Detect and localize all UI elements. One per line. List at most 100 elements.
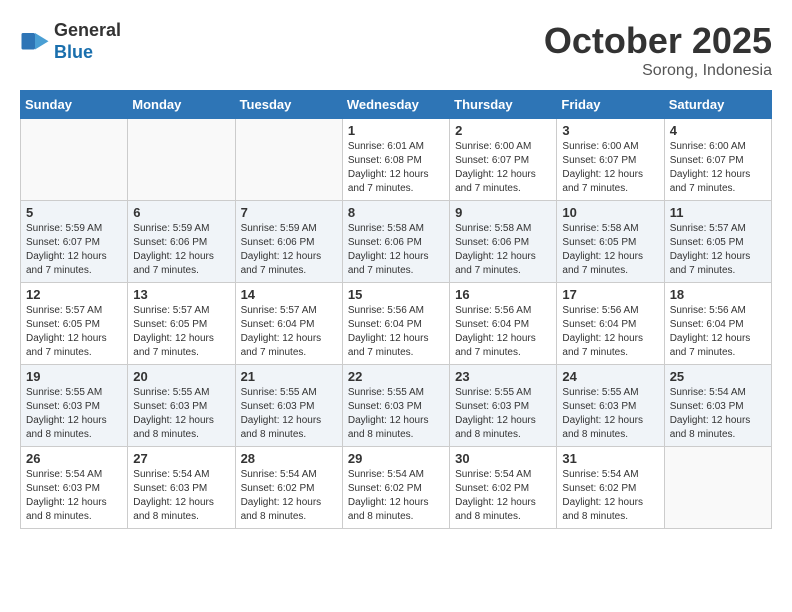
day-number: 2 bbox=[455, 123, 551, 138]
day-info: Sunrise: 6:00 AM Sunset: 6:07 PM Dayligh… bbox=[455, 140, 551, 196]
day-info: Sunrise: 5:55 AM Sunset: 6:03 PM Dayligh… bbox=[241, 386, 337, 442]
day-number: 23 bbox=[455, 369, 551, 384]
day-number: 19 bbox=[26, 369, 122, 384]
calendar-cell bbox=[128, 119, 235, 201]
calendar-cell: 22Sunrise: 5:55 AM Sunset: 6:03 PM Dayli… bbox=[342, 365, 449, 447]
day-info: Sunrise: 5:55 AM Sunset: 6:03 PM Dayligh… bbox=[26, 386, 122, 442]
calendar-cell: 6 Sunrise: 5:59 AM Sunset: 6:06 PM Daylig… bbox=[128, 201, 235, 283]
day-info: Sunrise: 5:56 AM Sunset: 6:04 PM Dayligh… bbox=[670, 304, 766, 360]
day-number: 28 bbox=[241, 451, 337, 466]
calendar-week-3: 12 Sunrise: 5:57 AM Sunset: 6:05 PM Dayli… bbox=[21, 283, 772, 365]
calendar-cell: 9 Sunrise: 5:58 AM Sunset: 6:06 PM Daylig… bbox=[450, 201, 557, 283]
day-number: 14 bbox=[241, 287, 337, 302]
day-info: Sunrise: 5:59 AM Sunset: 6:06 PM Dayligh… bbox=[241, 222, 337, 278]
day-info: Sunrise: 5:56 AM Sunset: 6:04 PM Dayligh… bbox=[348, 304, 444, 360]
day-number: 6 bbox=[133, 205, 229, 220]
calendar-cell: 2 Sunrise: 6:00 AM Sunset: 6:07 PM Daylig… bbox=[450, 119, 557, 201]
day-info: Sunrise: 5:57 AM Sunset: 6:05 PM Dayligh… bbox=[670, 222, 766, 278]
day-number: 8 bbox=[348, 205, 444, 220]
day-number: 5 bbox=[26, 205, 122, 220]
title-block: October 2025 Sorong, Indonesia bbox=[544, 20, 772, 80]
day-info: Sunrise: 5:58 AM Sunset: 6:06 PM Dayligh… bbox=[455, 222, 551, 278]
day-number: 25 bbox=[670, 369, 766, 384]
day-info: Sunrise: 5:59 AM Sunset: 6:07 PM Dayligh… bbox=[26, 222, 122, 278]
calendar-week-2: 5 Sunrise: 5:59 AM Sunset: 6:07 PM Daylig… bbox=[21, 201, 772, 283]
calendar-cell bbox=[235, 119, 342, 201]
calendar-cell: 16 Sunrise: 5:56 AM Sunset: 6:04 PM Dayli… bbox=[450, 283, 557, 365]
day-info: Sunrise: 5:58 AM Sunset: 6:06 PM Dayligh… bbox=[348, 222, 444, 278]
day-number: 11 bbox=[670, 205, 766, 220]
weekday-header-monday: Monday bbox=[128, 91, 235, 119]
calendar-cell: 5 Sunrise: 5:59 AM Sunset: 6:07 PM Daylig… bbox=[21, 201, 128, 283]
day-number: 29 bbox=[348, 451, 444, 466]
calendar-week-4: 19 Sunrise: 5:55 AM Sunset: 6:03 PM Dayli… bbox=[21, 365, 772, 447]
calendar-cell: 3 Sunrise: 6:00 AM Sunset: 6:07 PM Daylig… bbox=[557, 119, 664, 201]
calendar-cell: 25Sunrise: 5:54 AM Sunset: 6:03 PM Dayli… bbox=[664, 365, 771, 447]
day-number: 31 bbox=[562, 451, 658, 466]
weekday-header-tuesday: Tuesday bbox=[235, 91, 342, 119]
calendar-cell: 7 Sunrise: 5:59 AM Sunset: 6:06 PM Daylig… bbox=[235, 201, 342, 283]
logo-general: General bbox=[54, 20, 121, 42]
day-number: 27 bbox=[133, 451, 229, 466]
month-title: October 2025 bbox=[544, 20, 772, 62]
day-info: Sunrise: 5:57 AM Sunset: 6:04 PM Dayligh… bbox=[241, 304, 337, 360]
calendar-cell: 1Sunrise: 6:01 AM Sunset: 6:08 PM Daylig… bbox=[342, 119, 449, 201]
day-info: Sunrise: 5:55 AM Sunset: 6:03 PM Dayligh… bbox=[348, 386, 444, 442]
day-info: Sunrise: 5:58 AM Sunset: 6:05 PM Dayligh… bbox=[562, 222, 658, 278]
day-info: Sunrise: 5:55 AM Sunset: 6:03 PM Dayligh… bbox=[455, 386, 551, 442]
calendar-cell: 13 Sunrise: 5:57 AM Sunset: 6:05 PM Dayli… bbox=[128, 283, 235, 365]
page-header: General Blue October 2025 Sorong, Indone… bbox=[20, 20, 772, 80]
day-info: Sunrise: 5:54 AM Sunset: 6:03 PM Dayligh… bbox=[26, 468, 122, 524]
day-info: Sunrise: 5:54 AM Sunset: 6:03 PM Dayligh… bbox=[133, 468, 229, 524]
logo-text: General Blue bbox=[54, 20, 121, 63]
calendar-table: SundayMondayTuesdayWednesdayThursdayFrid… bbox=[20, 90, 772, 529]
day-number: 13 bbox=[133, 287, 229, 302]
calendar-cell: 26 Sunrise: 5:54 AM Sunset: 6:03 PM Dayli… bbox=[21, 447, 128, 529]
weekday-header-saturday: Saturday bbox=[664, 91, 771, 119]
day-number: 17 bbox=[562, 287, 658, 302]
weekday-header-thursday: Thursday bbox=[450, 91, 557, 119]
day-info: Sunrise: 5:55 AM Sunset: 6:03 PM Dayligh… bbox=[562, 386, 658, 442]
day-number: 26 bbox=[26, 451, 122, 466]
day-number: 18 bbox=[670, 287, 766, 302]
calendar-cell bbox=[21, 119, 128, 201]
day-number: 7 bbox=[241, 205, 337, 220]
calendar-cell: 8 Sunrise: 5:58 AM Sunset: 6:06 PM Daylig… bbox=[342, 201, 449, 283]
day-info: Sunrise: 5:54 AM Sunset: 6:02 PM Dayligh… bbox=[241, 468, 337, 524]
calendar-cell: 15Sunrise: 5:56 AM Sunset: 6:04 PM Dayli… bbox=[342, 283, 449, 365]
logo: General Blue bbox=[20, 20, 121, 63]
day-number: 21 bbox=[241, 369, 337, 384]
day-info: Sunrise: 6:00 AM Sunset: 6:07 PM Dayligh… bbox=[670, 140, 766, 196]
day-number: 12 bbox=[26, 287, 122, 302]
calendar-cell: 4 Sunrise: 6:00 AM Sunset: 6:07 PM Daylig… bbox=[664, 119, 771, 201]
day-number: 16 bbox=[455, 287, 551, 302]
weekday-header-friday: Friday bbox=[557, 91, 664, 119]
calendar-cell: 10Sunrise: 5:58 AM Sunset: 6:05 PM Dayli… bbox=[557, 201, 664, 283]
calendar-cell: 19 Sunrise: 5:55 AM Sunset: 6:03 PM Dayli… bbox=[21, 365, 128, 447]
calendar-header-row: SundayMondayTuesdayWednesdayThursdayFrid… bbox=[21, 91, 772, 119]
day-number: 3 bbox=[562, 123, 658, 138]
day-info: Sunrise: 5:54 AM Sunset: 6:02 PM Dayligh… bbox=[348, 468, 444, 524]
day-number: 20 bbox=[133, 369, 229, 384]
calendar-cell: 21 Sunrise: 5:55 AM Sunset: 6:03 PM Dayli… bbox=[235, 365, 342, 447]
calendar-cell: 11 Sunrise: 5:57 AM Sunset: 6:05 PM Dayli… bbox=[664, 201, 771, 283]
calendar-cell: 29 Sunrise: 5:54 AM Sunset: 6:02 PM Dayli… bbox=[342, 447, 449, 529]
day-info: Sunrise: 5:57 AM Sunset: 6:05 PM Dayligh… bbox=[133, 304, 229, 360]
calendar-cell bbox=[664, 447, 771, 529]
calendar-cell: 14 Sunrise: 5:57 AM Sunset: 6:04 PM Dayli… bbox=[235, 283, 342, 365]
weekday-header-wednesday: Wednesday bbox=[342, 91, 449, 119]
day-info: Sunrise: 5:54 AM Sunset: 6:02 PM Dayligh… bbox=[562, 468, 658, 524]
day-number: 4 bbox=[670, 123, 766, 138]
calendar-cell: 18 Sunrise: 5:56 AM Sunset: 6:04 PM Dayli… bbox=[664, 283, 771, 365]
day-number: 9 bbox=[455, 205, 551, 220]
day-info: Sunrise: 5:54 AM Sunset: 6:02 PM Dayligh… bbox=[455, 468, 551, 524]
day-info: Sunrise: 5:56 AM Sunset: 6:04 PM Dayligh… bbox=[455, 304, 551, 360]
calendar-cell: 24Sunrise: 5:55 AM Sunset: 6:03 PM Dayli… bbox=[557, 365, 664, 447]
calendar-week-5: 26 Sunrise: 5:54 AM Sunset: 6:03 PM Dayli… bbox=[21, 447, 772, 529]
logo-icon bbox=[20, 27, 50, 57]
day-info: Sunrise: 5:59 AM Sunset: 6:06 PM Dayligh… bbox=[133, 222, 229, 278]
day-info: Sunrise: 6:00 AM Sunset: 6:07 PM Dayligh… bbox=[562, 140, 658, 196]
day-info: Sunrise: 5:56 AM Sunset: 6:04 PM Dayligh… bbox=[562, 304, 658, 360]
calendar-cell: 12Sunrise: 5:57 AM Sunset: 6:05 PM Dayli… bbox=[21, 283, 128, 365]
day-info: Sunrise: 5:55 AM Sunset: 6:03 PM Dayligh… bbox=[133, 386, 229, 442]
